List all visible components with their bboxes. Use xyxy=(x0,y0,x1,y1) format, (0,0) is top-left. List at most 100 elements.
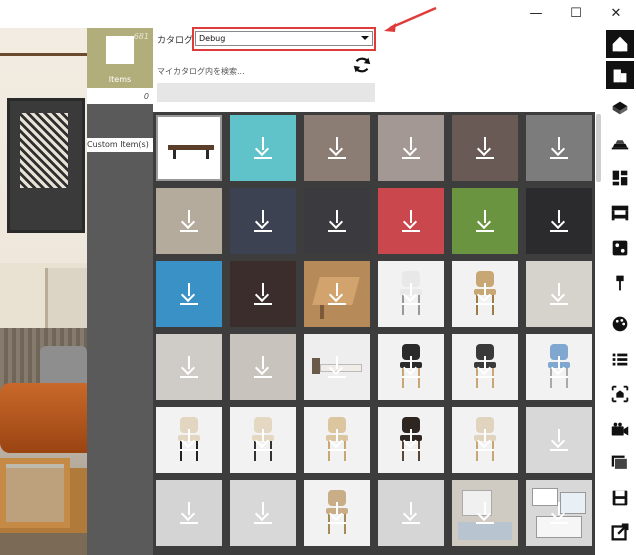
catalog-item[interactable] xyxy=(523,258,597,331)
toolbar-button[interactable] xyxy=(606,484,634,512)
catalog-item[interactable] xyxy=(227,404,301,477)
catalog-item-thumbnail xyxy=(526,115,592,181)
toolbar-button[interactable] xyxy=(606,129,634,157)
catalog-item[interactable] xyxy=(375,185,449,258)
catalog-item[interactable] xyxy=(523,404,597,477)
catalog-item[interactable] xyxy=(523,185,597,258)
toolbar-button[interactable] xyxy=(606,30,634,58)
catalog-item[interactable] xyxy=(375,477,449,550)
catalog-item[interactable] xyxy=(449,112,523,185)
download-icon xyxy=(550,137,568,159)
catalog-item[interactable] xyxy=(153,331,227,404)
toolbar-button[interactable] xyxy=(606,234,634,262)
download-icon xyxy=(254,429,272,451)
catalog-item[interactable] xyxy=(449,258,523,331)
catalog-item[interactable] xyxy=(375,258,449,331)
download-icon xyxy=(328,210,346,232)
catalog-item[interactable] xyxy=(375,404,449,477)
download-icon xyxy=(254,137,272,159)
minimize-button[interactable]: — xyxy=(516,0,556,26)
toolbar-button[interactable] xyxy=(606,416,634,444)
download-icon xyxy=(328,429,346,451)
download-icon xyxy=(476,502,494,524)
catalog-item[interactable] xyxy=(301,112,375,185)
floor-box-icon xyxy=(612,101,628,115)
app-window: — ☐ ✕ 681 Items 0 Custom Item(s) カタログ De… xyxy=(0,0,636,555)
catalog-item[interactable] xyxy=(301,477,375,550)
catalog-item-thumbnail xyxy=(156,188,222,254)
catalog-item-thumbnail xyxy=(378,407,444,473)
catalog-item[interactable] xyxy=(523,331,597,404)
catalog-item[interactable] xyxy=(227,112,301,185)
download-icon xyxy=(254,210,272,232)
grid-scrollbar-thumb[interactable] xyxy=(596,114,601,182)
custom-items-label[interactable]: Custom Item(s) xyxy=(87,138,153,152)
catalog-item[interactable] xyxy=(227,331,301,404)
artwork xyxy=(20,113,68,188)
toolbar-button[interactable] xyxy=(606,448,634,476)
toolbar-button[interactable] xyxy=(606,94,634,122)
catalog-item[interactable] xyxy=(153,258,227,331)
search-input[interactable] xyxy=(157,83,375,102)
catalog-item-thumbnail xyxy=(378,115,444,181)
catalog-item[interactable] xyxy=(375,112,449,185)
catalog-item[interactable] xyxy=(227,185,301,258)
catalog-item[interactable] xyxy=(523,477,597,550)
window-controls: — ☐ ✕ xyxy=(516,0,636,26)
download-icon xyxy=(402,137,420,159)
refresh-icon[interactable] xyxy=(351,54,373,76)
toolbar-button[interactable] xyxy=(606,518,634,546)
toolbar-button[interactable] xyxy=(606,380,634,408)
catalog-item-thumbnail xyxy=(526,261,592,327)
home-icon xyxy=(612,36,628,52)
catalog-item-thumbnail xyxy=(304,115,370,181)
toolbar-button[interactable] xyxy=(606,164,634,192)
catalog-item[interactable] xyxy=(523,112,597,185)
catalog-item[interactable] xyxy=(153,185,227,258)
catalog-item-thumbnail xyxy=(378,334,444,400)
catalog-item[interactable] xyxy=(301,185,375,258)
toolbar-button[interactable] xyxy=(606,346,634,374)
download-icon xyxy=(550,502,568,524)
download-icon xyxy=(476,137,494,159)
catalog-item[interactable] xyxy=(301,331,375,404)
list-icon xyxy=(612,353,628,366)
catalog-item-thumbnail xyxy=(304,334,370,400)
catalog-item[interactable] xyxy=(449,404,523,477)
catalog-item-thumbnail xyxy=(156,115,222,181)
search-label: マイカタログ内を検索... xyxy=(157,67,245,76)
category-list-background xyxy=(87,104,153,555)
items-category-tile[interactable]: 681 Items xyxy=(87,28,153,88)
catalog-item-thumbnail xyxy=(304,407,370,473)
catalog-item[interactable] xyxy=(449,331,523,404)
floor xyxy=(0,533,87,555)
palette-icon xyxy=(612,316,628,332)
toolbar-button[interactable] xyxy=(606,61,634,89)
toolbar-button[interactable] xyxy=(606,199,634,227)
close-button[interactable]: ✕ xyxy=(596,0,636,26)
catalog-item[interactable] xyxy=(301,404,375,477)
catalog-item-thumbnail xyxy=(230,334,296,400)
download-icon xyxy=(550,283,568,305)
download-icon xyxy=(402,210,420,232)
catalog-item[interactable] xyxy=(153,404,227,477)
maximize-button[interactable]: ☐ xyxy=(556,0,596,26)
catalog-item[interactable] xyxy=(227,477,301,550)
toolbar-button[interactable] xyxy=(606,269,634,297)
catalog-item[interactable] xyxy=(449,185,523,258)
catalog-item[interactable] xyxy=(375,331,449,404)
catalog-item-thumbnail xyxy=(156,407,222,473)
download-icon xyxy=(180,210,198,232)
catalog-item[interactable] xyxy=(153,477,227,550)
room-preview[interactable] xyxy=(0,28,87,555)
catalog-item[interactable] xyxy=(153,112,227,185)
catalog-item[interactable] xyxy=(301,258,375,331)
catalog-item[interactable] xyxy=(227,258,301,331)
shelf xyxy=(0,53,87,56)
download-icon xyxy=(328,502,346,524)
download-icon xyxy=(550,210,568,232)
catalog-item[interactable] xyxy=(449,477,523,550)
toolbar-button[interactable] xyxy=(606,310,634,338)
sofa-seat xyxy=(0,383,87,453)
items-label: Items xyxy=(108,75,132,84)
